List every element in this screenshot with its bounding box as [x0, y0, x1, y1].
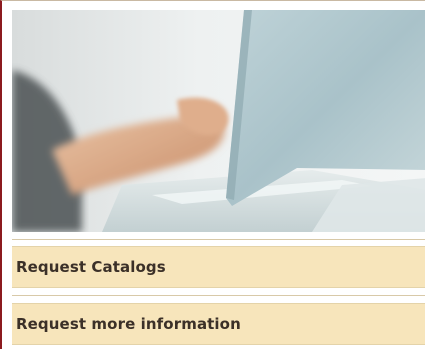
request-more-information-link[interactable]: Request more information [12, 303, 425, 345]
info-panel: Request Catalogs Request more informatio… [0, 0, 425, 349]
divider-top [12, 239, 425, 240]
laptop-typing-photo-icon [12, 10, 425, 232]
request-catalogs-label[interactable]: Request Catalogs [16, 258, 166, 276]
divider-middle [12, 295, 425, 296]
request-catalogs-link[interactable]: Request Catalogs [12, 246, 425, 288]
hero-photo [12, 10, 425, 232]
request-more-information-label[interactable]: Request more information [16, 315, 241, 333]
